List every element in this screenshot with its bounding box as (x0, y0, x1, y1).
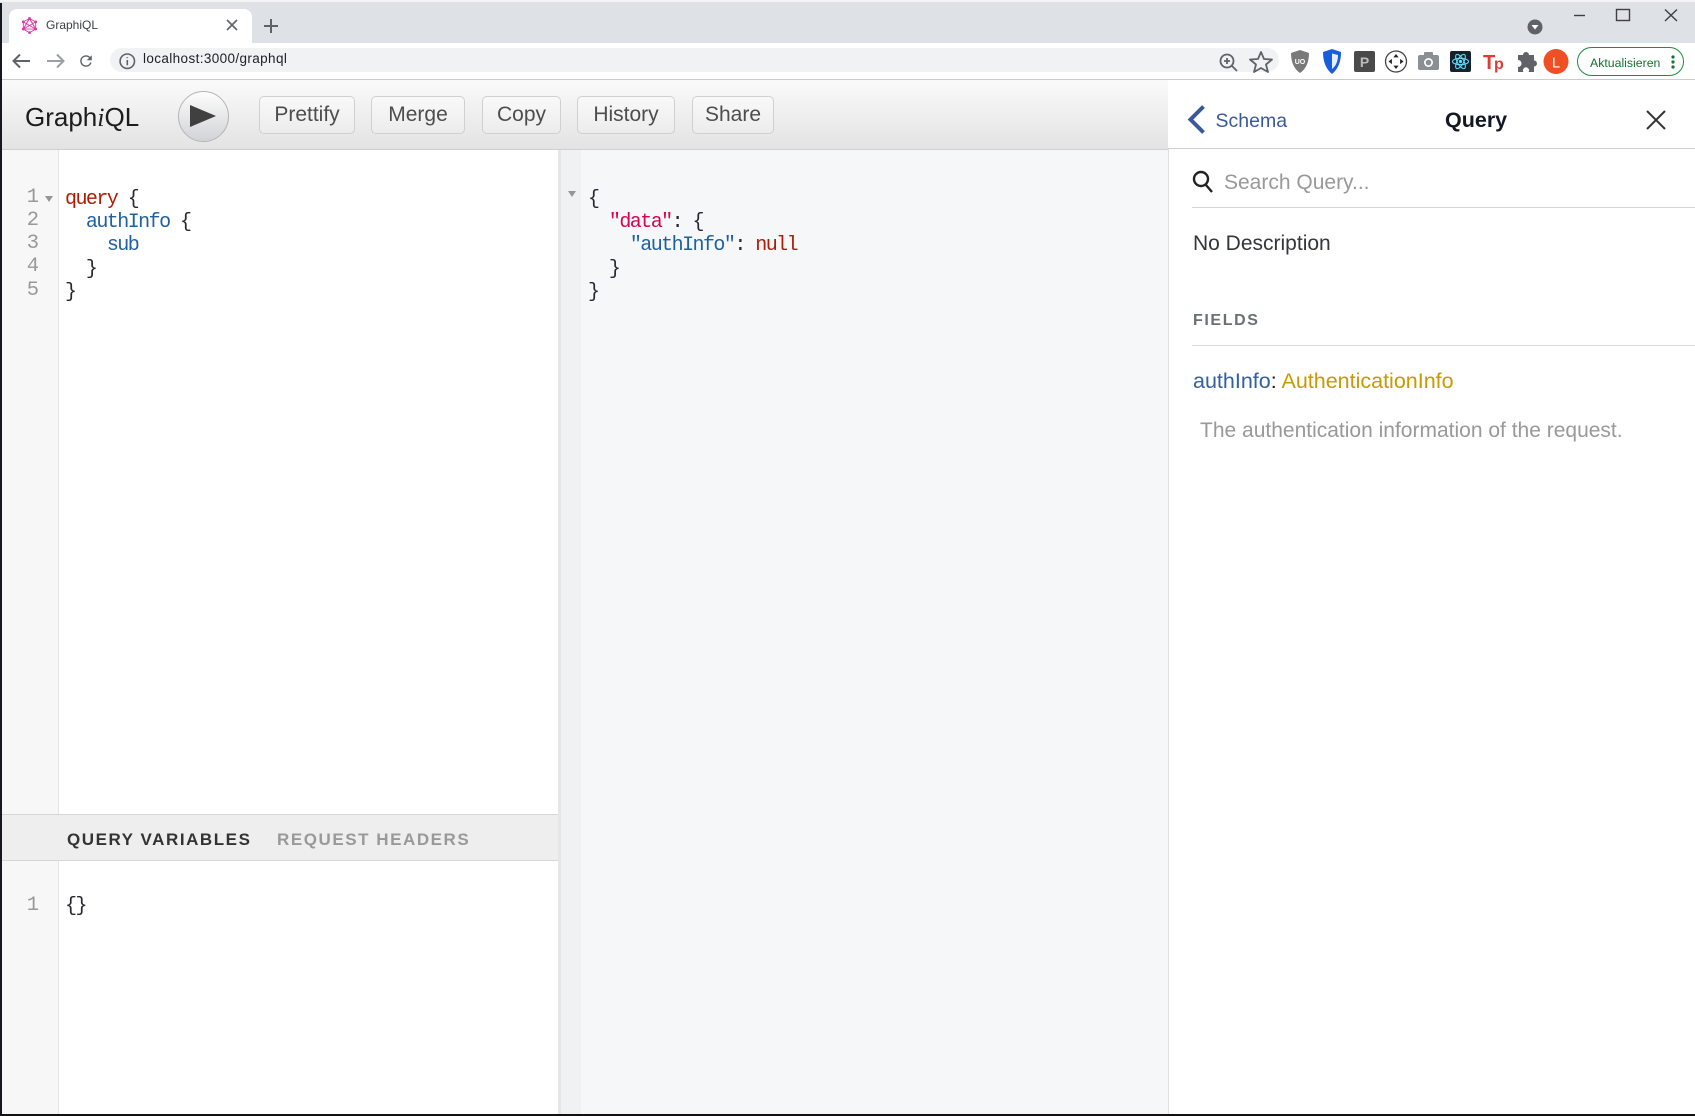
svg-text:UO: UO (1295, 59, 1306, 66)
svg-text:p: p (1494, 56, 1504, 73)
svg-text:L: L (1552, 55, 1560, 72)
svg-text:P: P (1360, 54, 1369, 70)
